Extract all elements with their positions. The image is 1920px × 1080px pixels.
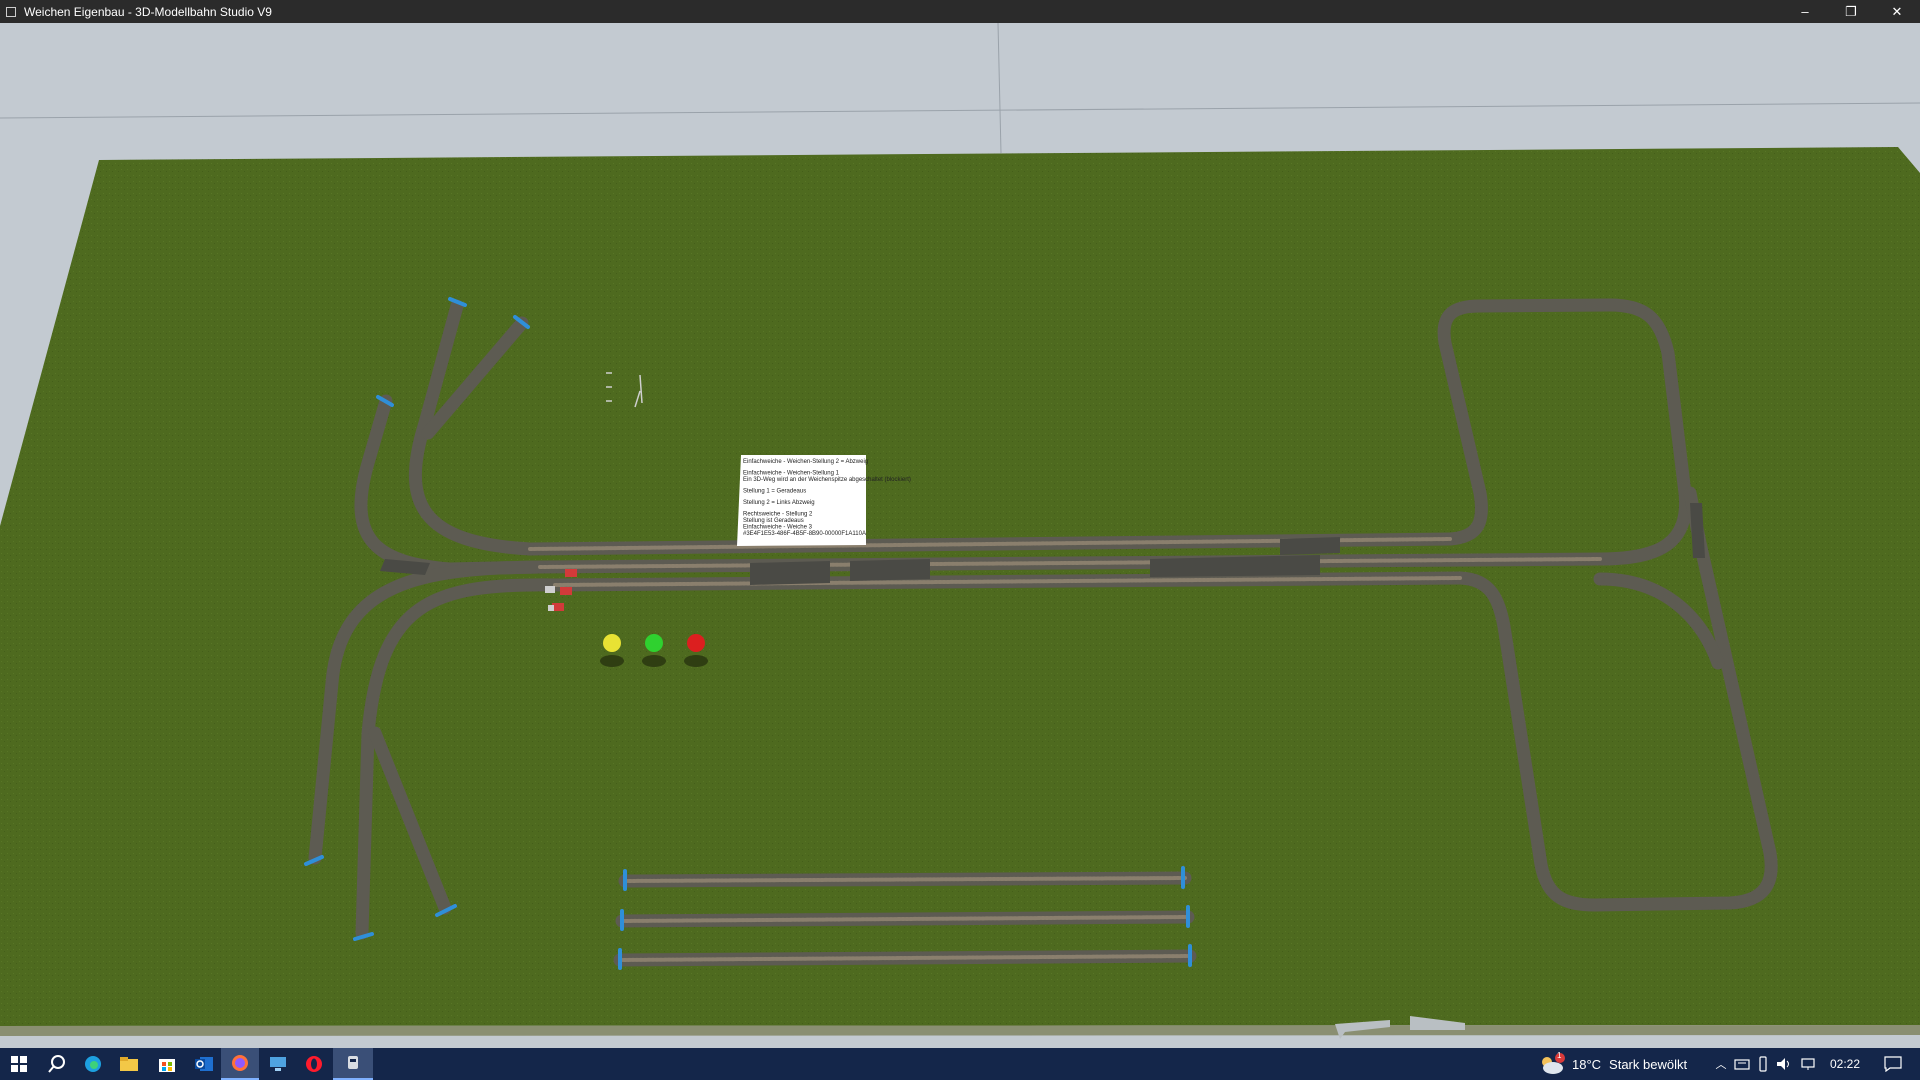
outlook-button[interactable] — [185, 1048, 223, 1080]
network-icon[interactable] — [1800, 1057, 1816, 1071]
ground-plate-edge — [0, 1025, 1920, 1036]
search-icon — [48, 1055, 65, 1073]
modellbahn-studio-button[interactable] — [333, 1048, 373, 1080]
firefox-icon — [232, 1055, 248, 1071]
signal-lamps[interactable] — [600, 634, 708, 667]
switch-marker — [545, 586, 555, 593]
firefox-button[interactable] — [221, 1048, 259, 1080]
remote-desktop-icon — [270, 1057, 286, 1071]
weather-widget[interactable]: 1 18°C Stark bewölkt — [1538, 1048, 1687, 1080]
chevron-up-icon[interactable]: ︿ — [1712, 1056, 1730, 1072]
minimize-button[interactable]: – — [1782, 0, 1828, 23]
system-tray: ︿ 02:22 — [1712, 1048, 1902, 1080]
switch-area — [850, 559, 930, 581]
app-icon — [6, 6, 16, 17]
weather-badge: 1 — [1557, 1051, 1562, 1060]
note-line: Rechtsweiche - Stellung 2 — [743, 512, 813, 518]
weather-temperature: 18°C — [1572, 1056, 1602, 1072]
red-signal — [687, 634, 705, 652]
switch-area — [750, 561, 830, 585]
note-line: Stellung 1 = Geradeaus — [743, 489, 806, 495]
note-line: Einfachweiche - Weiche 3 — [743, 525, 813, 531]
weather-description: Stark bewölkt — [1609, 1056, 1688, 1072]
switch-marker — [548, 605, 554, 611]
note-line: Einfachweiche - Weichen-Stellung 1 — [743, 471, 840, 477]
green-signal-shadow — [642, 655, 666, 667]
windows-taskbar: 1 18°C Stark bewölkt ︿ 02:22 — [0, 1048, 1920, 1080]
note-line: Ein 3D-Weg wird an der Weichenspitze abg… — [743, 477, 911, 483]
opera-icon — [306, 1056, 322, 1072]
switch-area — [1280, 537, 1340, 555]
store-icon — [159, 1059, 175, 1072]
store-button[interactable] — [148, 1048, 186, 1080]
note-line: Stellung 2 = Links Abzweig — [743, 500, 815, 506]
usb-icon[interactable] — [1758, 1056, 1768, 1072]
opera-button[interactable] — [295, 1048, 333, 1080]
note-line: #3E4F1E53-486F-4B5F-8B90-00000F1A110A — [743, 531, 866, 537]
3d-viewport[interactable]: Einfachweiche - Weichen-Stellung 2 = Abz… — [0, 23, 1920, 1048]
network-device-icon[interactable] — [1734, 1057, 1750, 1071]
notifications-icon[interactable] — [1884, 1056, 1902, 1072]
start-button[interactable] — [0, 1048, 38, 1080]
system-clock[interactable]: 02:22 — [1830, 1057, 1860, 1071]
note-line: Stellung ist Geradeaus — [743, 518, 804, 524]
start-icon — [11, 1056, 27, 1072]
search-button[interactable] — [38, 1048, 76, 1080]
restore-button[interactable]: ❐ — [1828, 0, 1874, 23]
outlook-icon — [195, 1057, 213, 1071]
cloudy-weather-icon — [1542, 1053, 1565, 1074]
volume-icon[interactable] — [1776, 1057, 1792, 1071]
file-explorer-icon — [120, 1057, 138, 1071]
green-signal — [645, 634, 663, 652]
red-signal-shadow — [684, 655, 708, 667]
yellow-signal — [603, 634, 621, 652]
switch-marker — [565, 569, 577, 577]
window-title: Weichen Eigenbau - 3D-Modellbahn Studio … — [24, 4, 272, 19]
yellow-signal-shadow — [600, 655, 624, 667]
edge-button[interactable] — [74, 1048, 112, 1080]
remote-desktop-button[interactable] — [259, 1048, 297, 1080]
window-titlebar: Weichen Eigenbau - 3D-Modellbahn Studio … — [0, 0, 1920, 23]
switch-marker — [560, 587, 572, 595]
note-line: Einfachweiche - Weichen-Stellung 2 = Abz… — [743, 459, 868, 465]
close-button[interactable]: ✕ — [1874, 0, 1920, 23]
edge-icon — [85, 1056, 101, 1072]
file-explorer-button[interactable] — [110, 1048, 148, 1080]
modellbahn-studio-icon — [348, 1056, 358, 1069]
